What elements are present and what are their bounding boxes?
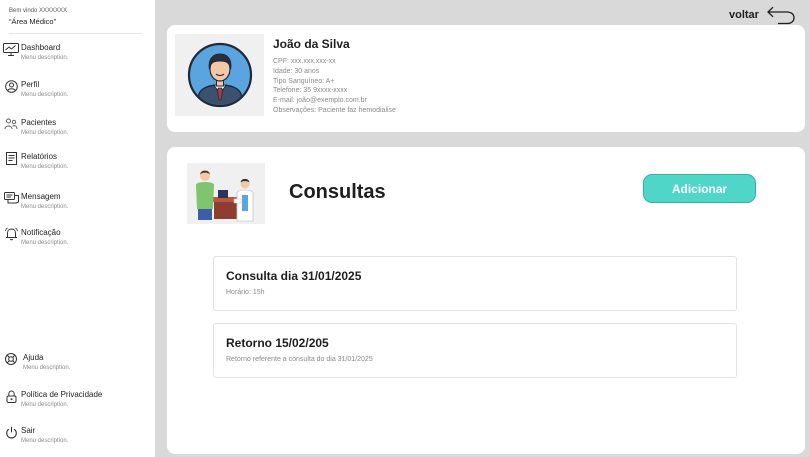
consultas-card: Consultas Adicionar Consulta dia 31/01/2… xyxy=(167,147,805,454)
back-label: voltar xyxy=(729,9,759,21)
sidebar-item-label: Ajuda xyxy=(23,353,44,362)
dashboard-icon xyxy=(3,42,19,56)
user-icon xyxy=(3,79,19,93)
patient-card: João da Silva CPF: xxx.xxx.xxx-xx Idade:… xyxy=(167,25,805,132)
patient-cpf: CPF: xxx.xxx.xxx-xx xyxy=(273,58,336,65)
sidebar-item-label: Pacientes xyxy=(21,118,57,127)
back-button[interactable]: voltar xyxy=(729,4,797,26)
sidebar-item-description: Menu description. xyxy=(21,92,69,98)
back-arrow-icon xyxy=(767,6,795,25)
help-icon xyxy=(3,352,19,366)
message-icon xyxy=(3,191,19,205)
patient-age: Idade: 30 anos xyxy=(273,67,320,75)
sidebar-divider xyxy=(9,33,142,34)
sidebar-item-ajuda[interactable]: Ajuda Menu description. xyxy=(3,352,151,380)
sidebar-item-dashboard[interactable]: Dashboard Menu description. xyxy=(3,42,151,70)
sidebar-item-description: Menu description. xyxy=(21,164,69,170)
lock-icon xyxy=(3,389,19,403)
sidebar-item-label: Dashboard xyxy=(21,43,61,52)
add-consulta-button[interactable]: Adicionar xyxy=(643,174,756,203)
sidebar-item-label: Perfil xyxy=(21,80,40,89)
sidebar-item-relatorios[interactable]: Relatórios Menu description. xyxy=(3,151,151,179)
sidebar-item-label: Mensagem xyxy=(21,192,61,201)
consulta-item-title: Retorno 15/02/205 xyxy=(226,336,329,350)
sidebar-item-notificacao[interactable]: Notificação Menu description. xyxy=(3,227,151,255)
sidebar-item-sair[interactable]: Sair Menu description. xyxy=(3,425,151,453)
area-label: “Área Médico” xyxy=(9,17,57,26)
patient-notes: Observações: Paciente faz hemodialise xyxy=(273,106,396,114)
report-icon xyxy=(3,151,19,165)
consulta-item-subtitle: Horário: 15h xyxy=(226,289,265,296)
sidebar-item-privacidade[interactable]: Política de Privacidade Menu description… xyxy=(3,389,151,417)
patient-avatar-icon xyxy=(187,42,252,108)
consulta-list-item[interactable]: Retorno 15/02/205 Retorno referente a co… xyxy=(213,323,737,378)
patients-icon xyxy=(3,117,19,131)
sidebar-item-pacientes[interactable]: Pacientes Menu description. xyxy=(3,117,151,145)
consulta-item-title: Consulta dia 31/01/2025 xyxy=(226,269,362,283)
patient-blood-type: Tipo Sanguíneo: A+ xyxy=(273,77,335,85)
welcome-text: Bem vindo XXXXXXX xyxy=(9,8,68,14)
sidebar-item-label: Notificação xyxy=(21,228,61,237)
patient-email: E-mail: joão@exemplo.com.br xyxy=(273,97,367,105)
sidebar-item-label: Sair xyxy=(21,426,36,435)
consultas-title: Consultas xyxy=(289,181,386,203)
patient-info: CPF: xxx.xxx.xxx-xx Idade: 30 anos Tipo … xyxy=(273,57,396,116)
power-icon xyxy=(3,425,19,439)
sidebar-item-perfil[interactable]: Perfil Menu description. xyxy=(3,79,151,107)
consulta-list-item[interactable]: Consulta dia 31/01/2025 Horário: 15h xyxy=(213,256,737,311)
sidebar-item-mensagem[interactable]: Mensagem Menu description. xyxy=(3,191,151,219)
consulta-item-subtitle: Retorno referente a consulta do dia 31/0… xyxy=(226,356,373,363)
patient-phone: Telefone: 35 9xxxx-xxxx xyxy=(273,87,348,95)
sidebar-item-label: Política de Privacidade xyxy=(21,390,103,399)
sidebar-item-description: Menu description. xyxy=(21,402,69,408)
sidebar-item-description: Menu description. xyxy=(21,240,69,246)
sidebar-item-description: Menu description. xyxy=(23,365,71,371)
sidebar-item-description: Menu description. xyxy=(21,130,69,136)
patient-name: João da Silva xyxy=(273,37,350,51)
sidebar-item-description: Menu description. xyxy=(21,204,69,210)
sidebar: Bem vindo XXXXXXX “Área Médico” Dashboar… xyxy=(0,0,155,457)
sidebar-item-description: Menu description. xyxy=(21,438,69,444)
sidebar-item-label: Relatórios xyxy=(21,152,58,161)
avatar xyxy=(175,34,264,116)
bell-icon xyxy=(3,227,19,241)
sidebar-item-description: Menu description. xyxy=(21,55,69,61)
consultation-illustration xyxy=(187,163,265,224)
